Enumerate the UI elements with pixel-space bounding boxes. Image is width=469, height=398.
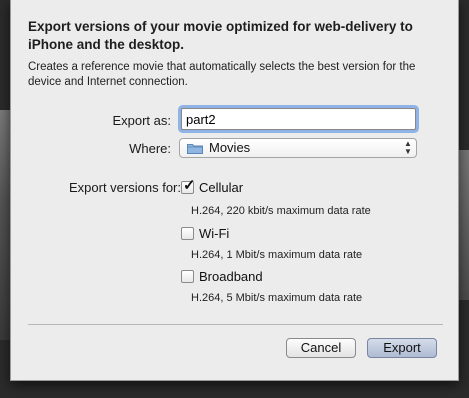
export-sheet: Export versions of your movie optimized …: [10, 0, 459, 381]
export-button[interactable]: Export: [367, 338, 437, 358]
wifi-label: Wi-Fi: [199, 226, 230, 241]
folder-icon: [187, 144, 203, 154]
export-as-label: Export as:: [112, 113, 171, 128]
divider: [28, 324, 443, 325]
broadband-checkbox[interactable]: [181, 270, 194, 283]
cellular-checkbox[interactable]: ✓: [181, 177, 196, 194]
up-down-arrows-icon: ▲ ▼: [404, 139, 412, 156]
export-as-field[interactable]: [181, 108, 416, 130]
where-label: Where:: [129, 141, 171, 156]
broadband-detail: H.264, 5 Mbit/s maximum data rate: [191, 292, 363, 304]
checkmark-icon: ✓: [183, 177, 196, 194]
cellular-detail: H.264, 220 kbit/s maximum data rate: [191, 205, 371, 217]
cellular-label: Cellular: [199, 180, 244, 195]
dialog-description: Creates a reference movie that automatic…: [28, 61, 416, 88]
wifi-detail: H.264, 1 Mbit/s maximum data rate: [191, 249, 363, 261]
cancel-button[interactable]: Cancel: [286, 338, 356, 358]
broadband-label: Broadband: [199, 269, 263, 284]
where-popup[interactable]: Movies ▲ ▼: [179, 138, 417, 158]
where-popup-value: Movies: [209, 140, 251, 155]
export-versions-label: Export versions for:: [69, 180, 181, 195]
dialog-title: Export versions of your movie optimized …: [28, 19, 413, 52]
wifi-checkbox[interactable]: [181, 227, 194, 240]
